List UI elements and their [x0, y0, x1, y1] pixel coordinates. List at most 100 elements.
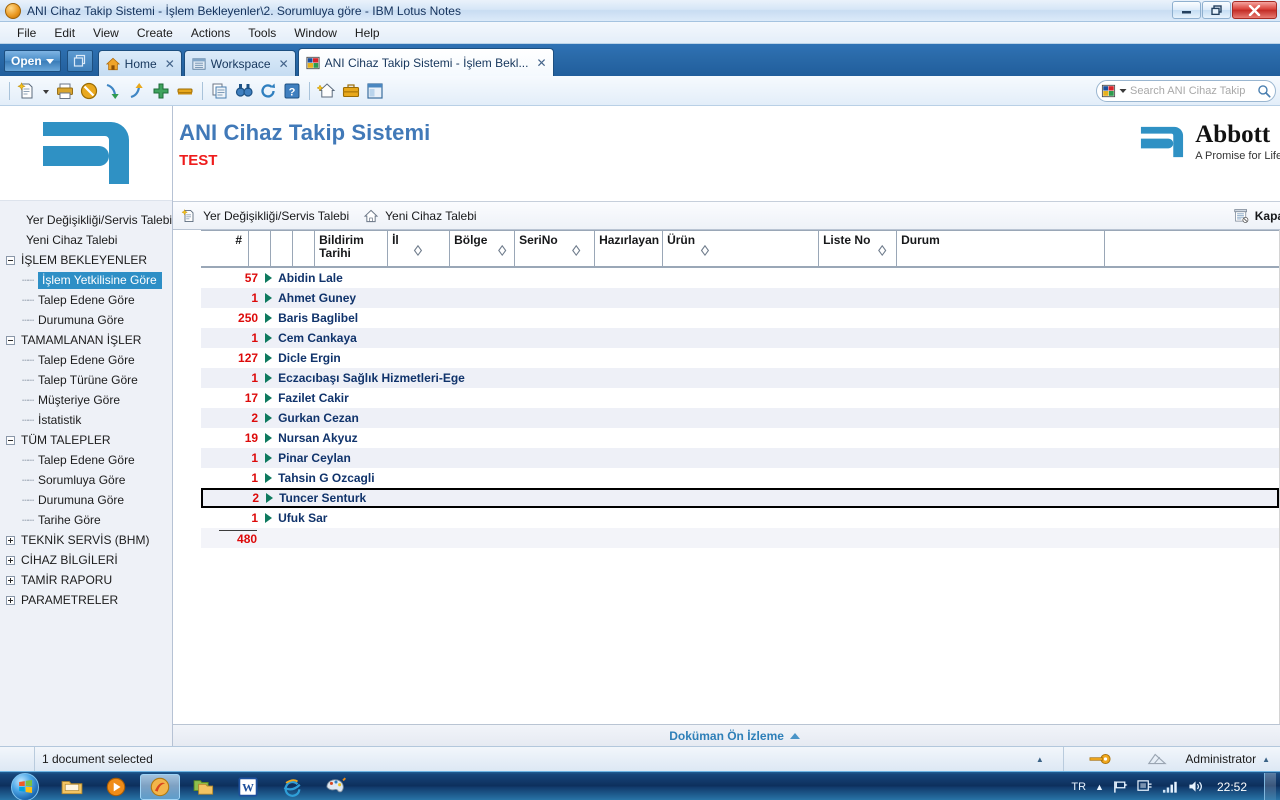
table-row[interactable]: 1 Ufuk Sar: [201, 508, 1279, 528]
refresh-icon[interactable]: [258, 81, 278, 101]
taskbar-item-internet-explorer[interactable]: [272, 774, 312, 800]
help-about-icon[interactable]: ?: [282, 81, 302, 101]
sidebar-item-musteriye-gore[interactable]: ┄┄ Müşteriye Göre: [0, 390, 172, 410]
table-row[interactable]: 250 Baris Baglibel: [201, 308, 1279, 328]
expand-twisty-icon[interactable]: [265, 453, 273, 463]
expand-twisty-icon[interactable]: [265, 353, 273, 363]
expand-twisty-icon[interactable]: [265, 473, 273, 483]
expand-twisty-icon[interactable]: [265, 373, 273, 383]
restore-button[interactable]: [1202, 1, 1231, 19]
column-header-blank-1[interactable]: [249, 231, 272, 266]
print-icon[interactable]: [55, 81, 75, 101]
network-icon[interactable]: [1137, 779, 1153, 794]
menu-item-tools[interactable]: Tools: [239, 24, 285, 42]
sidebar-item-talep-edene-gore-3[interactable]: ┄┄ Talep Edene Göre: [0, 450, 172, 470]
taskbar-item-explorer[interactable]: [52, 774, 92, 800]
collapse-icon[interactable]: [6, 255, 15, 265]
caret-up-icon[interactable]: [789, 732, 800, 739]
menu-item-view[interactable]: View: [84, 24, 128, 42]
column-header-durum[interactable]: Durum: [897, 231, 1106, 266]
statusbar-user[interactable]: Administrator ▲: [1178, 747, 1280, 771]
volume-icon[interactable]: [1188, 779, 1204, 794]
table-row[interactable]: 1 Pinar Ceylan: [201, 448, 1280, 468]
sidebar-section-tum-talepler[interactable]: TÜM TALEPLER: [0, 430, 172, 450]
column-header-il[interactable]: İl ◇: [388, 231, 451, 266]
tab-ani-cihaz-takip-close-icon[interactable]: ✕: [536, 56, 546, 70]
column-header-blank-2[interactable]: [271, 231, 294, 266]
signal-icon[interactable]: [1162, 780, 1179, 794]
sidebar-item-talep-edene-gore-1[interactable]: ┄┄ Talep Edene Göre: [0, 290, 172, 310]
action-kapat[interactable]: Kapat: [1233, 207, 1280, 224]
layout-icon[interactable]: [365, 81, 385, 101]
statusbar-expand-button[interactable]: ▲: [1016, 747, 1065, 771]
collapse-icon[interactable]: [6, 435, 15, 445]
sort-icon[interactable]: ◇: [498, 242, 506, 260]
expand-twisty-icon[interactable]: [265, 313, 273, 323]
sidebar-item-talep-edene-gore-2[interactable]: ┄┄ Talep Edene Göre: [0, 350, 172, 370]
cancel-icon[interactable]: [79, 81, 99, 101]
taskbar-item-paint[interactable]: [316, 774, 356, 800]
menu-item-help[interactable]: Help: [346, 24, 389, 42]
menu-item-file[interactable]: File: [8, 24, 45, 42]
table-row[interactable]: 57 Abidin Lale: [201, 268, 1279, 288]
sidebar-item-durumuna-gore-1[interactable]: ┄┄ Durumuna Göre: [0, 310, 172, 330]
briefcase-icon[interactable]: [341, 81, 361, 101]
search-icon[interactable]: [1257, 84, 1271, 98]
minimize-button[interactable]: [1172, 1, 1201, 19]
add-icon[interactable]: [151, 81, 171, 101]
sidebar-item-tarihe-gore[interactable]: ┄┄ Tarihe Göre: [0, 510, 172, 530]
expand-icon[interactable]: [6, 595, 15, 605]
expand-icon[interactable]: [6, 535, 15, 545]
sidebar-section-tamamlanan-isler[interactable]: TAMAMLANAN İŞLER: [0, 330, 172, 350]
column-header-blank-4[interactable]: [1105, 231, 1279, 266]
navigate-down-icon[interactable]: [103, 81, 123, 101]
column-header-serino[interactable]: SeriNo ◇: [515, 231, 596, 266]
tab-workspace[interactable]: Workspace ✕: [183, 50, 296, 76]
search-box[interactable]: Search ANI Cihaz Takip: [1096, 80, 1276, 102]
new-document-icon[interactable]: [17, 81, 37, 101]
sort-icon[interactable]: ◇: [701, 242, 709, 260]
search-find-icon[interactable]: [234, 81, 254, 101]
statusbar-location-indicator[interactable]: [1136, 747, 1178, 771]
collapse-icon[interactable]: [6, 335, 15, 345]
action-yer-degisikligi-servis-talebi[interactable]: Yer Değişikliği/Servis Talebi: [181, 208, 349, 224]
sidebar-item-talep-turune-gore[interactable]: ┄┄ Talep Türüne Göre: [0, 370, 172, 390]
tray-language[interactable]: TR: [1071, 781, 1086, 793]
expand-twisty-icon[interactable]: [265, 273, 273, 283]
expand-twisty-icon[interactable]: [265, 413, 273, 423]
column-header-urun[interactable]: Ürün ◇: [663, 231, 820, 266]
sort-icon[interactable]: ◇: [572, 242, 580, 260]
table-row-selected[interactable]: 2 Tuncer Senturk: [201, 488, 1280, 508]
copy-icon[interactable]: [210, 81, 230, 101]
menu-item-create[interactable]: Create: [128, 24, 182, 42]
chevron-down-icon[interactable]: [41, 81, 51, 101]
sort-icon[interactable]: ◇: [878, 242, 886, 260]
sidebar-item-yer-degisikligi[interactable]: Yer Değişikliği/Servis Talebi: [0, 210, 172, 230]
expand-twisty-icon[interactable]: [266, 493, 274, 503]
menu-item-window[interactable]: Window: [285, 24, 346, 42]
expand-twisty-icon[interactable]: [265, 393, 273, 403]
menu-item-edit[interactable]: Edit: [45, 24, 84, 42]
expand-icon[interactable]: [6, 575, 15, 585]
window-list-button[interactable]: [66, 50, 93, 72]
sidebar-item-durumuna-gore-2[interactable]: ┄┄ Durumuna Göre: [0, 490, 172, 510]
flag-icon[interactable]: [1113, 780, 1128, 794]
sidebar-section-teknik-servis[interactable]: TEKNİK SERVİS (BHM): [0, 530, 172, 550]
column-header-bildirim-tarihi[interactable]: Bildirim Tarihi: [315, 231, 389, 266]
statusbar-key-indicator[interactable]: [1064, 747, 1136, 771]
expand-twisty-icon[interactable]: [265, 433, 273, 443]
document-preview-bar[interactable]: Doküman Ön İzleme: [173, 724, 1280, 746]
tab-home-close-icon[interactable]: ✕: [165, 57, 175, 71]
column-header-liste-no[interactable]: Liste No ◇: [819, 231, 898, 266]
show-desktop-button[interactable]: [1264, 772, 1276, 800]
sidebar-item-islem-yetkilisine-gore[interactable]: ┄┄ İşlem Yetkilisine Göre: [0, 270, 172, 290]
tab-home[interactable]: Home ✕: [97, 50, 182, 76]
tray-clock[interactable]: 22:52: [1217, 780, 1247, 794]
expand-twisty-icon[interactable]: [265, 293, 273, 303]
table-row[interactable]: 1 Eczacıbaşı Sağlık Hizmetleri-Ege: [201, 368, 1280, 388]
action-yeni-cihaz-talebi[interactable]: Yeni Cihaz Talebi: [363, 208, 477, 224]
sidebar-item-yeni-cihaz-talebi[interactable]: Yeni Cihaz Talebi: [0, 230, 172, 250]
table-row[interactable]: 19 Nursan Akyuz: [201, 428, 1279, 448]
sidebar-section-tamir-raporu[interactable]: TAMİR RAPORU: [0, 570, 172, 590]
sidebar-section-parametreler[interactable]: PARAMETRELER: [0, 590, 172, 610]
